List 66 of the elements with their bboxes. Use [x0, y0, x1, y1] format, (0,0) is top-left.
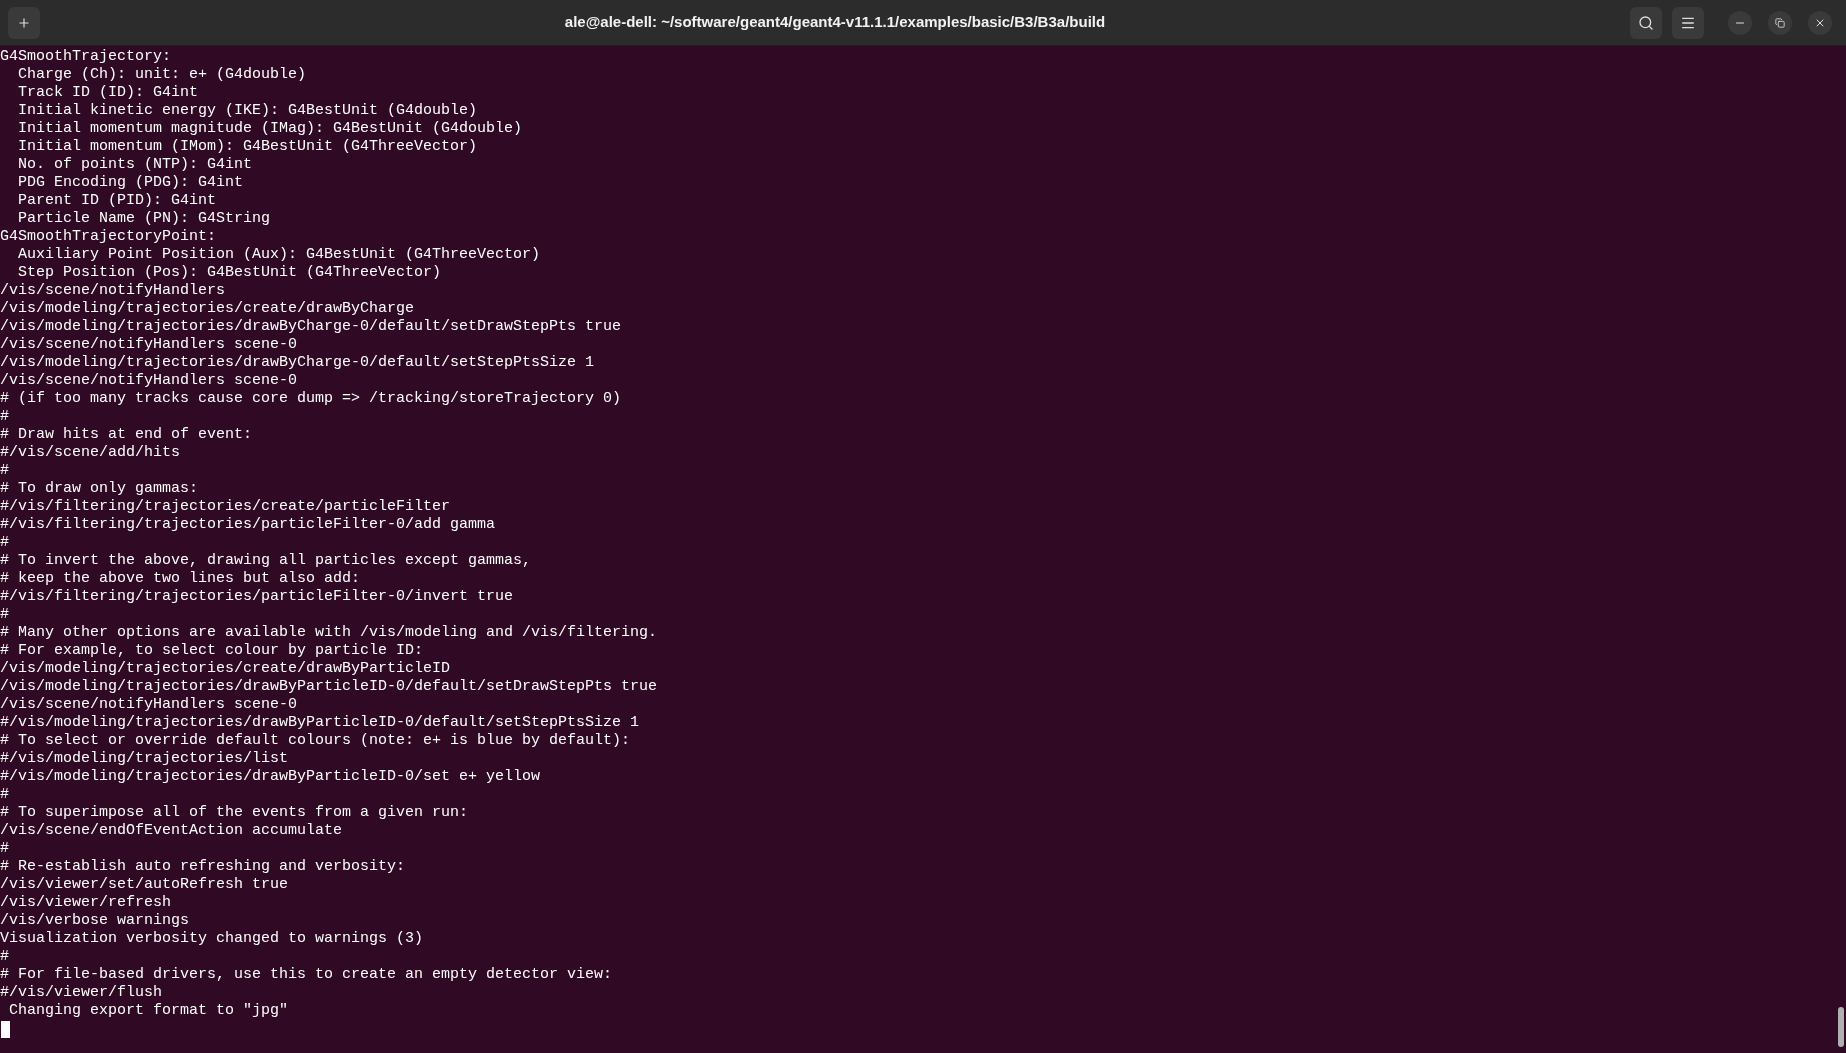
- terminal-line: /vis/viewer/refresh: [0, 894, 172, 912]
- terminal-line: Initial momentum magnitude (IMag): G4BestUnit (G4double): [17, 120, 523, 138]
- terminal-line: Initial kinetic energy (IKE): G4BestUnit (G4double): [17, 102, 478, 120]
- terminal-line: # To superimpose all of the events from a given run:: [0, 804, 469, 822]
- terminal-line: /vis/scene/notifyHandlers scene-0: [0, 696, 298, 714]
- terminal-line: # For file-based drivers, use this to create an empty detector view:: [0, 966, 613, 984]
- terminal-line: # (if too many tracks cause core dump => /tracking/storeTrajectory 0): [0, 390, 622, 408]
- terminal-line: #/vis/modeling/trajectories/list: [0, 750, 289, 768]
- terminal-line: Particle Name (PN): G4String: [17, 210, 271, 228]
- terminal-line: # Re-establish auto refreshing and verbosity:: [0, 858, 406, 876]
- window-title: ale@ale-dell: ~/software/geant4/geant4-v11.1.1/examples/basic/B3/B3a/build: [564, 12, 1106, 33]
- terminal-line: Charge (Ch): unit: e+ (G4double): [17, 66, 307, 84]
- terminal-line: No. of points (NTP): G4int: [17, 156, 253, 174]
- terminal-line: Track ID (ID): G4int: [17, 84, 199, 102]
- terminal-line: /vis/viewer/set/autoRefresh true: [0, 876, 289, 894]
- terminal-line: /vis/modeling/trajectories/drawByCharge-0/default/setDrawStepPts true: [0, 318, 622, 336]
- terminal-line: Initial momentum (IMom): G4BestUnit (G4ThreeVector): [17, 138, 478, 156]
- new-tab-button[interactable]: [8, 6, 40, 39]
- terminal-line: Step Position (Pos): G4BestUnit (G4ThreeVector): [17, 264, 442, 282]
- terminal-line: #/vis/filtering/trajectories/particleFilter-0/add gamma: [0, 516, 496, 534]
- terminal-line: #: [0, 840, 9, 858]
- terminal-line: #: [0, 408, 9, 426]
- terminal-line: #/vis/scene/add/hits: [0, 444, 181, 462]
- terminal-line: # For example, to select colour by particle ID:: [0, 642, 424, 660]
- restore-button[interactable]: [1768, 10, 1792, 35]
- terminal-line: /vis/scene/notifyHandlers scene-0: [0, 372, 298, 390]
- terminal-line: PDG Encoding (PDG): G4int: [17, 174, 244, 192]
- close-button[interactable]: [1808, 10, 1832, 35]
- terminal-line: # To draw only gammas:: [0, 480, 199, 498]
- terminal-line: #/vis/filtering/trajectories/particleFilter-0/invert true: [0, 588, 514, 606]
- menu-button[interactable]: [1672, 6, 1704, 39]
- text-cursor: [1, 1021, 10, 1038]
- terminal-line: #: [0, 534, 9, 552]
- terminal-line: #: [0, 462, 9, 480]
- terminal-line: #/vis/filtering/trajectories/create/particleFilter: [0, 498, 451, 516]
- terminal-line: # Many other options are available with /vis/modeling and /vis/filtering.: [0, 624, 658, 642]
- terminal-line: G4SmoothTrajectoryPoint:: [0, 228, 217, 246]
- terminal-line: # keep the above two lines but also add:: [0, 570, 361, 588]
- terminal-line: /vis/modeling/trajectories/drawByCharge-0/default/setStepPtsSize 1: [0, 354, 595, 372]
- terminal-line: /vis/modeling/trajectories/create/drawByCharge: [0, 300, 415, 318]
- terminal-line: Parent ID (PID): G4int: [17, 192, 217, 210]
- terminal-line: #/vis/modeling/trajectories/drawByParticleID-0/default/setStepPtsSize 1: [0, 714, 640, 732]
- scrollbar-thumb[interactable]: [1838, 1007, 1844, 1047]
- terminal-line: /vis/scene/notifyHandlers: [0, 282, 226, 300]
- terminal-line: # To select or override default colours (note: e+ is blue by default):: [0, 732, 631, 750]
- terminal-line: /vis/modeling/trajectories/create/drawByParticleID: [0, 660, 451, 678]
- terminal-line: #: [0, 606, 9, 624]
- search-button[interactable]: [1630, 6, 1662, 39]
- terminal-line: /vis/scene/notifyHandlers scene-0: [0, 336, 298, 354]
- terminal-line: #: [0, 786, 9, 804]
- search-icon: [1638, 14, 1654, 31]
- terminal-line: #/vis/viewer/flush: [0, 984, 163, 1002]
- terminal-line: Changing export format to "jpg": [8, 1002, 289, 1020]
- terminal-line: #: [0, 948, 9, 966]
- terminal-line: G4SmoothTrajectory:: [0, 48, 172, 66]
- terminal-line: #/vis/modeling/trajectories/drawByParticleID-0/set e+ yellow: [0, 768, 541, 786]
- minimize-button[interactable]: [1728, 10, 1752, 35]
- restore-icon: [1775, 17, 1785, 28]
- terminal-line: /vis/modeling/trajectories/drawByParticleID-0/default/setDrawStepPts true: [0, 678, 658, 696]
- terminal-line: /vis/verbose warnings: [0, 912, 190, 930]
- terminal-line: Auxiliary Point Position (Aux): G4BestUnit (G4ThreeVector): [17, 246, 541, 264]
- terminal-line: Visualization verbosity changed to warnings (3): [0, 930, 424, 948]
- new-tab-icon: [17, 15, 31, 30]
- terminal-line: /vis/scene/endOfEventAction accumulate: [0, 822, 343, 840]
- terminal-line: # To invert the above, drawing all particles except gammas,: [0, 552, 532, 570]
- terminal-line: # Draw hits at end of event:: [0, 426, 253, 444]
